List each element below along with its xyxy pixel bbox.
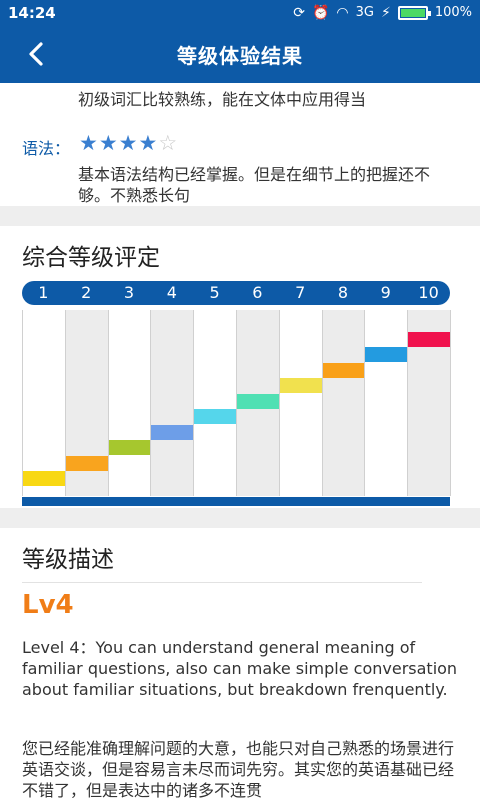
battery-icon	[397, 5, 431, 20]
nav-bar: 等级体验结果	[0, 25, 480, 83]
level-number-3: 3	[123, 283, 135, 302]
level-number-7: 7	[295, 283, 306, 302]
level-column-8	[322, 310, 366, 496]
alarm-icon: ⏰	[311, 4, 330, 21]
level-bar-8	[322, 362, 365, 378]
level-number-9: 9	[380, 283, 391, 302]
level-column-4	[151, 310, 195, 496]
grammar-label: 语法：	[22, 139, 71, 158]
level-bar-10	[408, 331, 450, 347]
level-rating-title: 综合等级评定	[22, 245, 160, 271]
level-column-5	[194, 310, 237, 496]
level-rating-card: 综合等级评定 1 2 3 4 5 6 7 8 9 10	[0, 226, 480, 508]
level-bar-5	[194, 409, 236, 424]
level-bar-4	[151, 424, 194, 440]
grammar-description: 基本语法结构已经掌握。但是在细节上的把握还不够。不熟悉长句	[78, 165, 431, 205]
level-column-7	[279, 310, 323, 496]
status-time: 14:24	[8, 3, 56, 22]
level-bar-6	[237, 393, 279, 409]
level-column-2	[65, 310, 109, 496]
star-filled-icon: ★	[138, 131, 158, 155]
level-column-9	[365, 310, 409, 496]
battery-level: 100%	[434, 5, 472, 20]
level-bar-9	[365, 347, 408, 362]
star-filled-icon: ★	[79, 131, 98, 155]
level-bar-1	[23, 471, 65, 486]
level-number-1: 1	[38, 283, 49, 302]
level-description-chinese: 您已经能准确理解问题的大意，也能只对自己熟悉的场景进行英语交谈，但是容易言未尽而…	[22, 739, 455, 800]
divider	[22, 582, 422, 583]
vocabulary-description: 初级词汇比较熟练，能在文体中应用得当	[78, 90, 367, 109]
level-column-1	[23, 310, 66, 496]
level-number-2: 2	[81, 283, 92, 302]
chart-base-bar	[22, 497, 450, 506]
status-icons: ⟳ ⏰ ◠ 3G ⚡ 100%	[293, 5, 472, 21]
status-bar: 14:24 ⟳ ⏰ ◠ 3G ⚡ 100%	[0, 0, 480, 25]
grammar-stars: ★ ★ ★ ★ ☆	[79, 132, 177, 154]
sync-icon: ⟳	[293, 4, 305, 21]
level-description-english: Level 4：You can understand general meani…	[22, 638, 458, 699]
charging-icon: ⚡	[380, 4, 391, 21]
star-filled-icon: ★	[98, 131, 118, 155]
level-bar-3	[108, 440, 151, 455]
level-scale-header: 1 2 3 4 5 6 7 8 9 10	[22, 281, 450, 305]
level-description-title: 等级描述	[22, 547, 114, 573]
level-value: Lv4	[22, 590, 74, 620]
level-number-8: 8	[337, 283, 349, 302]
level-bar-7	[279, 378, 322, 393]
chevron-left-icon[interactable]	[22, 39, 52, 69]
skills-card: 初级词汇比较熟练，能在文体中应用得当 语法： ★ ★ ★ ★ ☆ 基本语法结构已经掌握。…	[0, 83, 480, 206]
level-column-10	[408, 310, 451, 496]
level-staircase-chart	[22, 310, 451, 496]
star-empty-icon: ☆	[158, 131, 178, 155]
level-column-6	[237, 310, 280, 496]
star-filled-icon: ★	[118, 131, 138, 155]
level-description-card: 等级描述 Lv4 Level 4：You can understand gene…	[0, 528, 480, 800]
wifi-icon: ◠	[336, 4, 349, 21]
level-bar-2	[65, 455, 108, 471]
page-title: 等级体验结果	[177, 43, 303, 68]
level-number-6: 6	[252, 283, 263, 302]
level-number-10: 10	[418, 283, 439, 302]
level-column-3	[108, 310, 152, 496]
network-type: 3G	[355, 5, 374, 20]
level-number-4: 4	[166, 283, 177, 302]
level-number-5: 5	[209, 283, 220, 302]
